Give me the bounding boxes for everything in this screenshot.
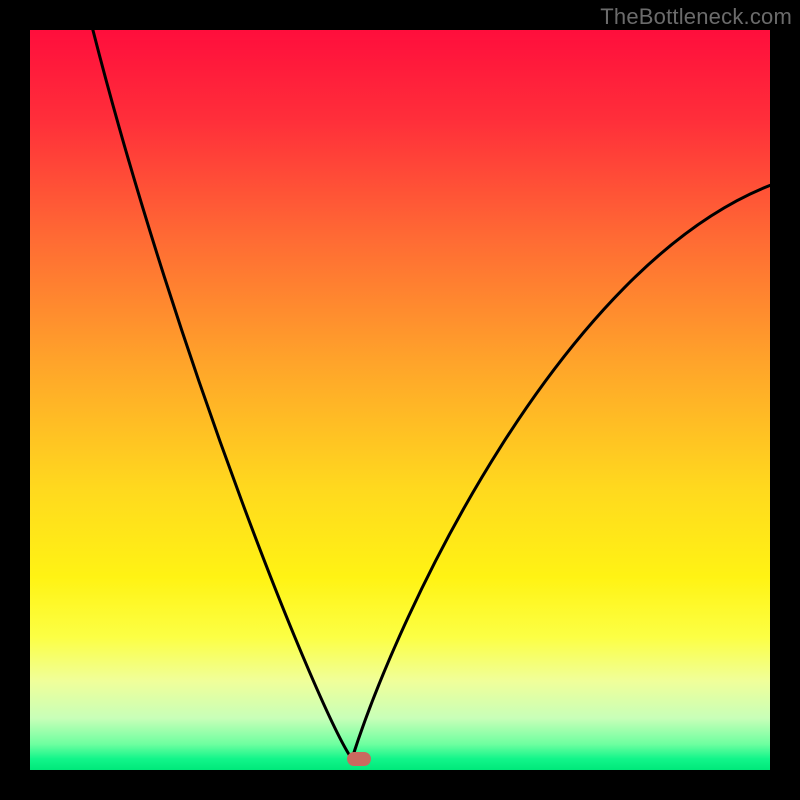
- optimal-marker: [347, 752, 371, 766]
- watermark-text: TheBottleneck.com: [600, 4, 792, 30]
- chart-frame: [30, 30, 770, 770]
- curve-line: [30, 30, 770, 770]
